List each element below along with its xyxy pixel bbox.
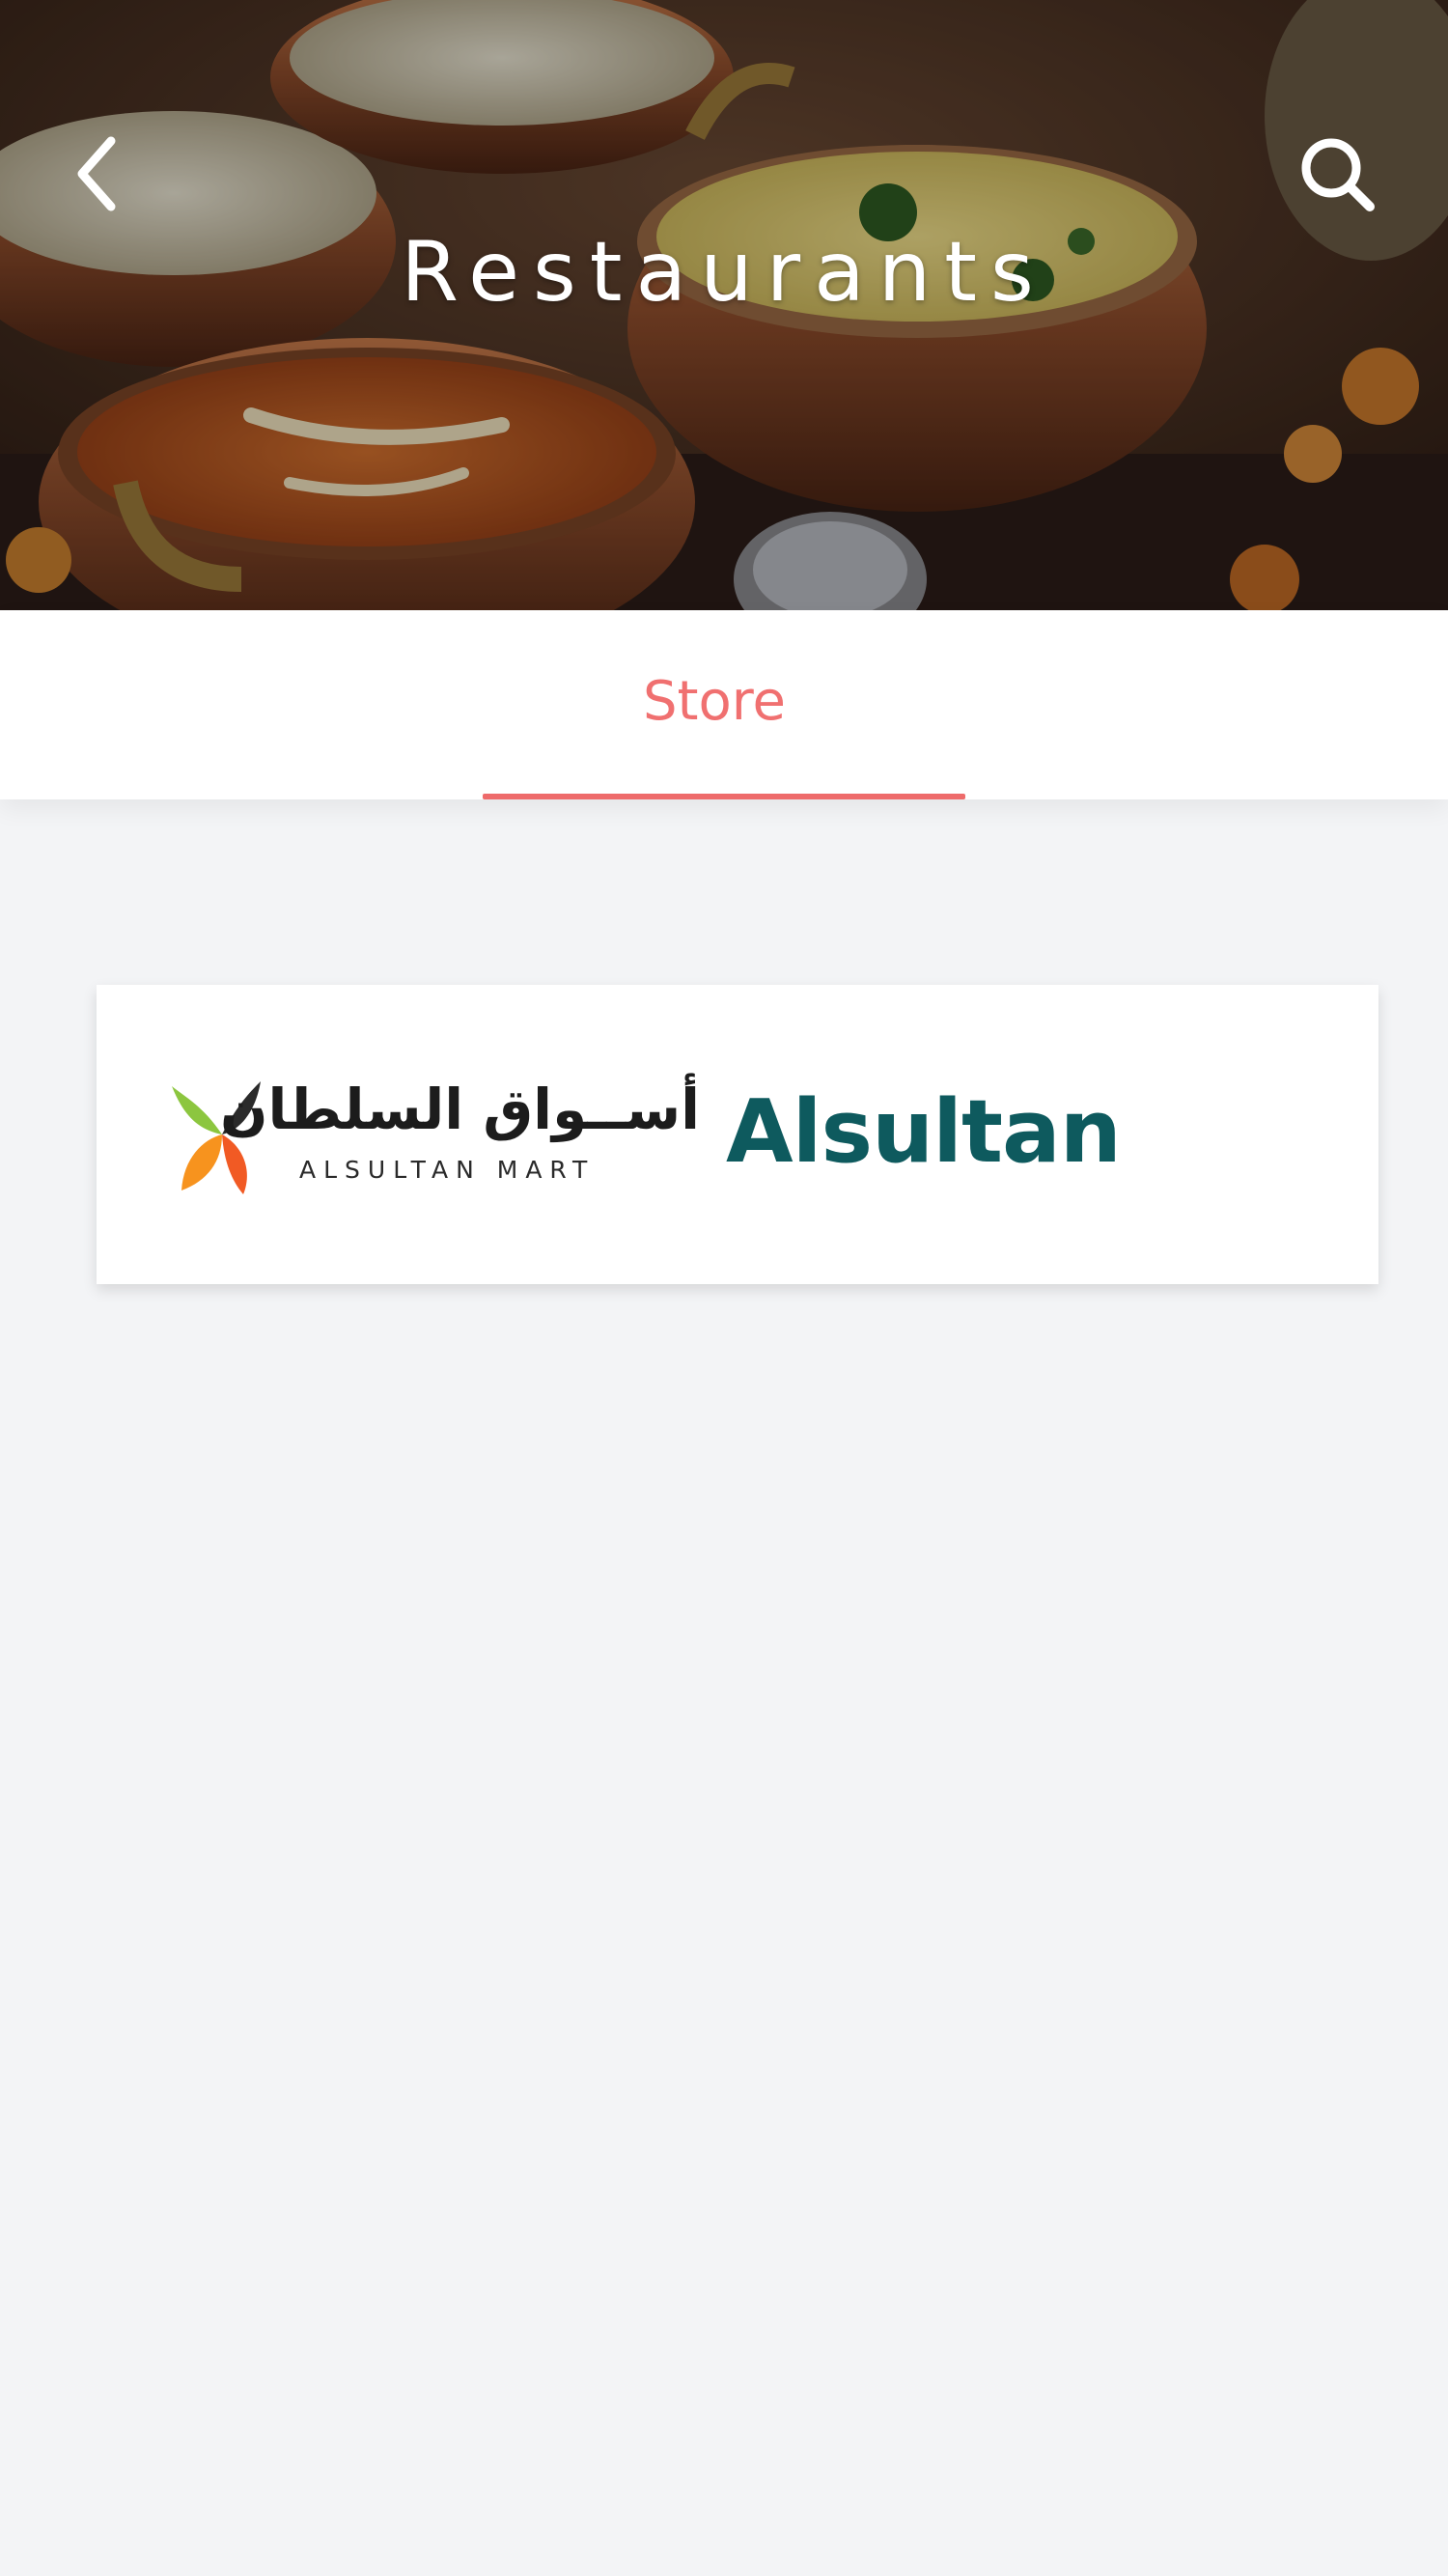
- tab-bar: Store: [0, 610, 1448, 799]
- back-button[interactable]: [58, 126, 135, 222]
- search-button[interactable]: [1289, 126, 1385, 222]
- search-icon: [1301, 138, 1375, 211]
- tab-active-indicator: [483, 794, 965, 799]
- tab-store[interactable]: Store: [483, 610, 965, 799]
- tab-store-label: Store: [642, 670, 786, 733]
- logo-arabic-text: أســواق السلطان: [220, 1077, 700, 1142]
- store-card[interactable]: أســواق السلطان ALSULTAN MART Alsultan: [97, 985, 1378, 1284]
- header-hero: Restaurants: [0, 0, 1448, 610]
- page-title: Restaurants: [401, 224, 1047, 321]
- store-logo: أســواق السلطان ALSULTAN MART: [164, 1067, 705, 1212]
- logo-latin-text: ALSULTAN MART: [299, 1156, 596, 1184]
- chevron-left-icon: [77, 136, 116, 211]
- store-name: Alsultan: [726, 1081, 1122, 1183]
